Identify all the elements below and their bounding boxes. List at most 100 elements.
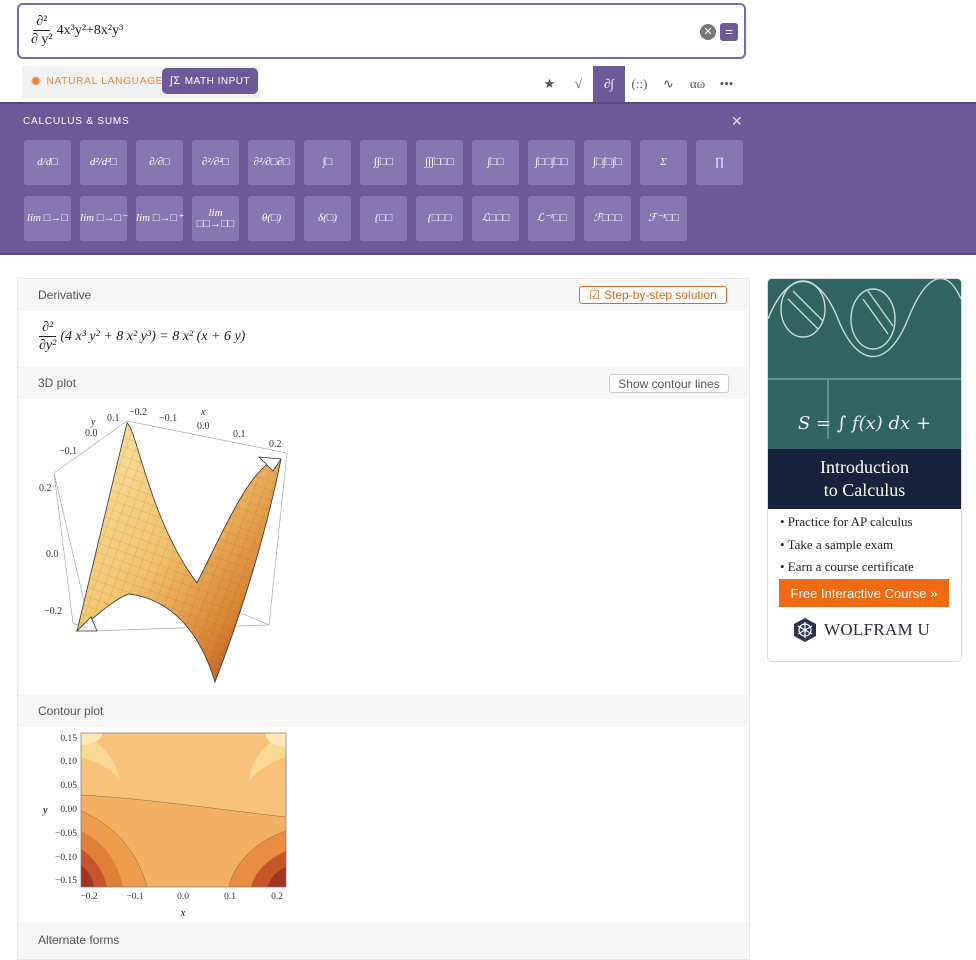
derivative-expression: (4 x³ y² + 8 x² y³) = 8 x² (x + 6 y) (60, 328, 246, 344)
palette-calculus-key[interactable]: ∫∫∫□□□ (416, 140, 463, 185)
math-input-box[interactable]: ∂² ∂ y² 4x³y²+8x²y³ ✕ = (17, 3, 746, 59)
step-by-step-label: Step-by-step solution (604, 288, 717, 302)
contour-ytick: 0.05 (60, 781, 77, 791)
derivative-result: ∂² ∂y² (4 x³ y² + 8 x² y³) = 8 x² (x + 6… (39, 319, 245, 354)
compute-button[interactable]: = (720, 23, 738, 41)
ad-bullet: • Earn a course certificate (780, 559, 914, 574)
derivative-pod-title: Derivative (38, 288, 92, 302)
integral-sum-icon: ∫Σ (169, 75, 181, 87)
sun-icon: ✹ (30, 73, 43, 89)
free-course-button[interactable]: Free Interactive Course » (779, 579, 949, 607)
palette-limit-key[interactable]: lim □□→□□ (192, 196, 239, 241)
wolfram-logo-icon (794, 618, 816, 642)
plot3d-xtick: 0.1 (233, 429, 246, 440)
palette-limit-key[interactable]: ℱ⁻¹□□ (640, 196, 687, 241)
palette-limit-key[interactable]: lim □→□ (24, 196, 71, 241)
checkbox-icon: ☑ (589, 288, 601, 302)
math-input-label: MATH INPUT (184, 75, 251, 87)
palette-limit-key[interactable]: lim □→□⁺ (136, 196, 183, 241)
math-input-button[interactable]: ∫Σ MATH INPUT (162, 68, 258, 94)
calculus-icon[interactable]: ∂∫ (593, 66, 625, 102)
contour-xlabel: x (180, 908, 186, 919)
plot3d-xtick: 0.2 (269, 439, 282, 450)
palette-limit-key[interactable]: ℒ⁻¹□□ (528, 196, 575, 241)
contour-ytick: −0.15 (55, 876, 77, 886)
sqrt-icon[interactable]: √ (564, 66, 593, 102)
input-expression-text: 4x³y²+8x²y³ (56, 22, 124, 38)
alternate-forms-pod-title: Alternate forms (38, 933, 120, 947)
plot3d-ytick: 0.1 (107, 413, 120, 424)
palette-limit-key[interactable]: lim □→□⁻ (80, 196, 127, 241)
contour-pod-title: Contour plot (38, 704, 104, 718)
wolfram-u-logo[interactable]: WOLFRAM U (792, 617, 930, 643)
palette-calculus-key[interactable]: ∏ (696, 140, 743, 185)
plot3d-pod-title: 3D plot (38, 376, 77, 390)
input-fraction-denominator: ∂ y² (31, 32, 53, 47)
palette-calculus-key[interactable]: ∂²/∂²□ (192, 140, 239, 185)
contour-ytick: 0.10 (60, 757, 77, 767)
palette-toolbar: ★ √ ∂∫ (::) ∿ αω ••• (535, 66, 741, 102)
derivative-operator: ∂² ∂y² (39, 319, 56, 354)
chalkboard-image: S = ∫ f(x) dx + (768, 279, 961, 449)
contour-yticks: 0.15 0.10 0.05 0.00 −0.05 −0.10 −0.15 (55, 734, 77, 886)
palette-limit-key[interactable]: θ(□) (248, 196, 295, 241)
derivative-pod-body: ∂² ∂y² (4 x³ y² + 8 x² y³) = 8 x² (x + 6… (19, 311, 748, 367)
palette-calculus-key[interactable]: Σ (640, 140, 687, 185)
palette-limit-key[interactable]: {□□□ (416, 196, 463, 241)
ad-bullet: • Take a sample exam (780, 536, 894, 552)
palette-calculus-key[interactable]: ∫□□∫□□ (528, 140, 575, 185)
wolfram-u-label: WOLFRAM U (824, 620, 931, 639)
contour-xtick: −0.2 (80, 892, 97, 902)
plot3d-pod-body: y x −0.2 −0.1 0.0 0.1 0.2 0.1 0.0 −0.1 0… (19, 399, 748, 695)
palette-calculus-key[interactable]: ∫□ (304, 140, 351, 185)
derivative-numerator: ∂² (39, 319, 57, 337)
input-derivative-fraction: ∂² ∂ y² (31, 13, 53, 48)
palette-limit-key[interactable]: δ(□) (304, 196, 351, 241)
calculus-course-ad[interactable]: S = ∫ f(x) dx + Introduction to Calculus… (767, 278, 962, 662)
palette-limit-key[interactable]: ℱ□□□ (584, 196, 631, 241)
clear-icon[interactable]: ✕ (700, 24, 716, 40)
ad-heading-line1: Introduction (820, 457, 909, 477)
contour-figure[interactable]: 0.15 0.10 0.05 0.00 −0.05 −0.10 −0.15 −0… (19, 727, 319, 922)
input-fraction-numerator: ∂² (33, 13, 51, 31)
favorites-star-icon[interactable]: ★ (535, 66, 564, 102)
contour-ytick: 0.15 (60, 734, 77, 744)
palette-calculus-key[interactable]: ∂²/∂□∂□ (248, 140, 295, 185)
palette-calculus-key[interactable]: d/d□ (24, 140, 71, 185)
close-icon[interactable]: ✕ (731, 113, 743, 130)
palette-row-2: lim □→□ lim □→□⁻ lim □→□⁺ lim □□→□□ θ(□) δ(□)… (24, 196, 687, 241)
step-by-step-button[interactable]: ☑ Step-by-step solution (579, 286, 727, 304)
contour-pod-body: 0.15 0.10 0.05 0.00 −0.05 −0.10 −0.15 −0… (19, 727, 748, 922)
palette-calculus-key[interactable]: ∫□□ (472, 140, 519, 185)
contour-ytick: −0.05 (55, 829, 77, 839)
palette-limit-key[interactable]: {□□ (360, 196, 407, 241)
palette-calculus-key[interactable]: d²/d²□ (80, 140, 127, 185)
input-expression: ∂² ∂ y² 4x³y²+8x²y³ (31, 13, 123, 48)
matrix-icon[interactable]: (::) (625, 66, 654, 102)
ad-bullet: • Practice for AP calculus (780, 514, 913, 529)
contour-regions (81, 733, 286, 887)
ad-heading-line2: to Calculus (823, 480, 906, 500)
results-panel: Derivative ☑ Step-by-step solution ∂² ∂y… (17, 278, 750, 960)
contour-xtick: 0.2 (271, 892, 283, 902)
plot3d-ztick: 0.2 (39, 483, 52, 494)
derivative-denominator: ∂y² (39, 338, 57, 353)
more-icon[interactable]: ••• (712, 66, 741, 102)
natural-language-label: NATURAL LANGUAGE (46, 76, 164, 87)
greek-letters-icon[interactable]: αω (683, 66, 712, 102)
plot3d-figure[interactable]: y x −0.2 −0.1 0.0 0.1 0.2 0.1 0.0 −0.1 0… (19, 399, 319, 695)
palette-limit-key[interactable]: ℒ□□□ (472, 196, 519, 241)
palette-calculus-key[interactable]: ∫□∫□∫□ (584, 140, 631, 185)
show-contour-lines-button[interactable]: Show contour lines (609, 374, 729, 393)
wave-icon[interactable]: ∿ (654, 66, 683, 102)
contour-ytick: −0.10 (55, 853, 77, 863)
palette-calculus-key[interactable]: ∂/∂□ (136, 140, 183, 185)
contour-ylabel: y (42, 805, 48, 816)
natural-language-button[interactable]: ✹ NATURAL LANGUAGE (30, 73, 163, 90)
chalkboard-formula: S = ∫ f(x) dx + (798, 413, 931, 434)
contour-xtick: 0.1 (224, 892, 236, 902)
palette-calculus-key[interactable]: ∫∫□□ (360, 140, 407, 185)
palette-row-1: d/d□ d²/d²□ ∂/∂□ ∂²/∂²□ ∂²/∂□∂□ ∫□ ∫∫□□ ∫∫∫□□□ ∫… (24, 140, 743, 185)
ad-bullets: • Practice for AP calculus • Take a samp… (780, 511, 914, 579)
plot3d-xlabel: x (200, 407, 206, 418)
